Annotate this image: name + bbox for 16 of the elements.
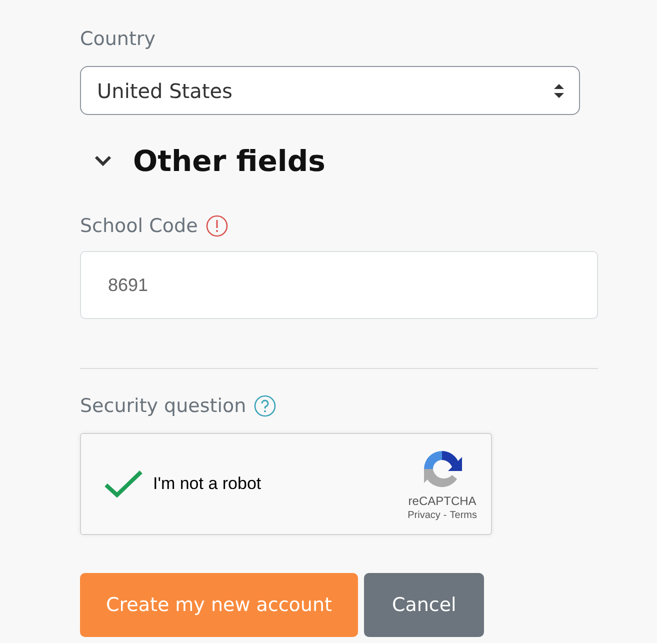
field-label: Security question <box>80 395 246 417</box>
privacy-link[interactable]: Privacy <box>408 510 440 520</box>
help-icon[interactable] <box>254 395 276 417</box>
captcha-label: I'm not a robot <box>153 474 262 494</box>
school-code-input[interactable]: 8691 <box>80 251 598 319</box>
sort-icon <box>553 82 565 98</box>
chevron-icon[interactable] <box>94 155 112 167</box>
terms-link[interactable]: Terms <box>450 510 477 520</box>
field-label: School Code <box>80 215 198 237</box>
cancel-button[interactable]: Cancel <box>364 573 484 637</box>
field-label: Country <box>80 28 156 50</box>
captcha-checkbox[interactable] <box>103 468 145 500</box>
country-select[interactable]: United States <box>80 66 580 115</box>
link-separator: - <box>443 510 447 520</box>
section-title: Other fields <box>133 144 326 178</box>
captcha-brand: reCAPTCHA <box>408 494 476 508</box>
